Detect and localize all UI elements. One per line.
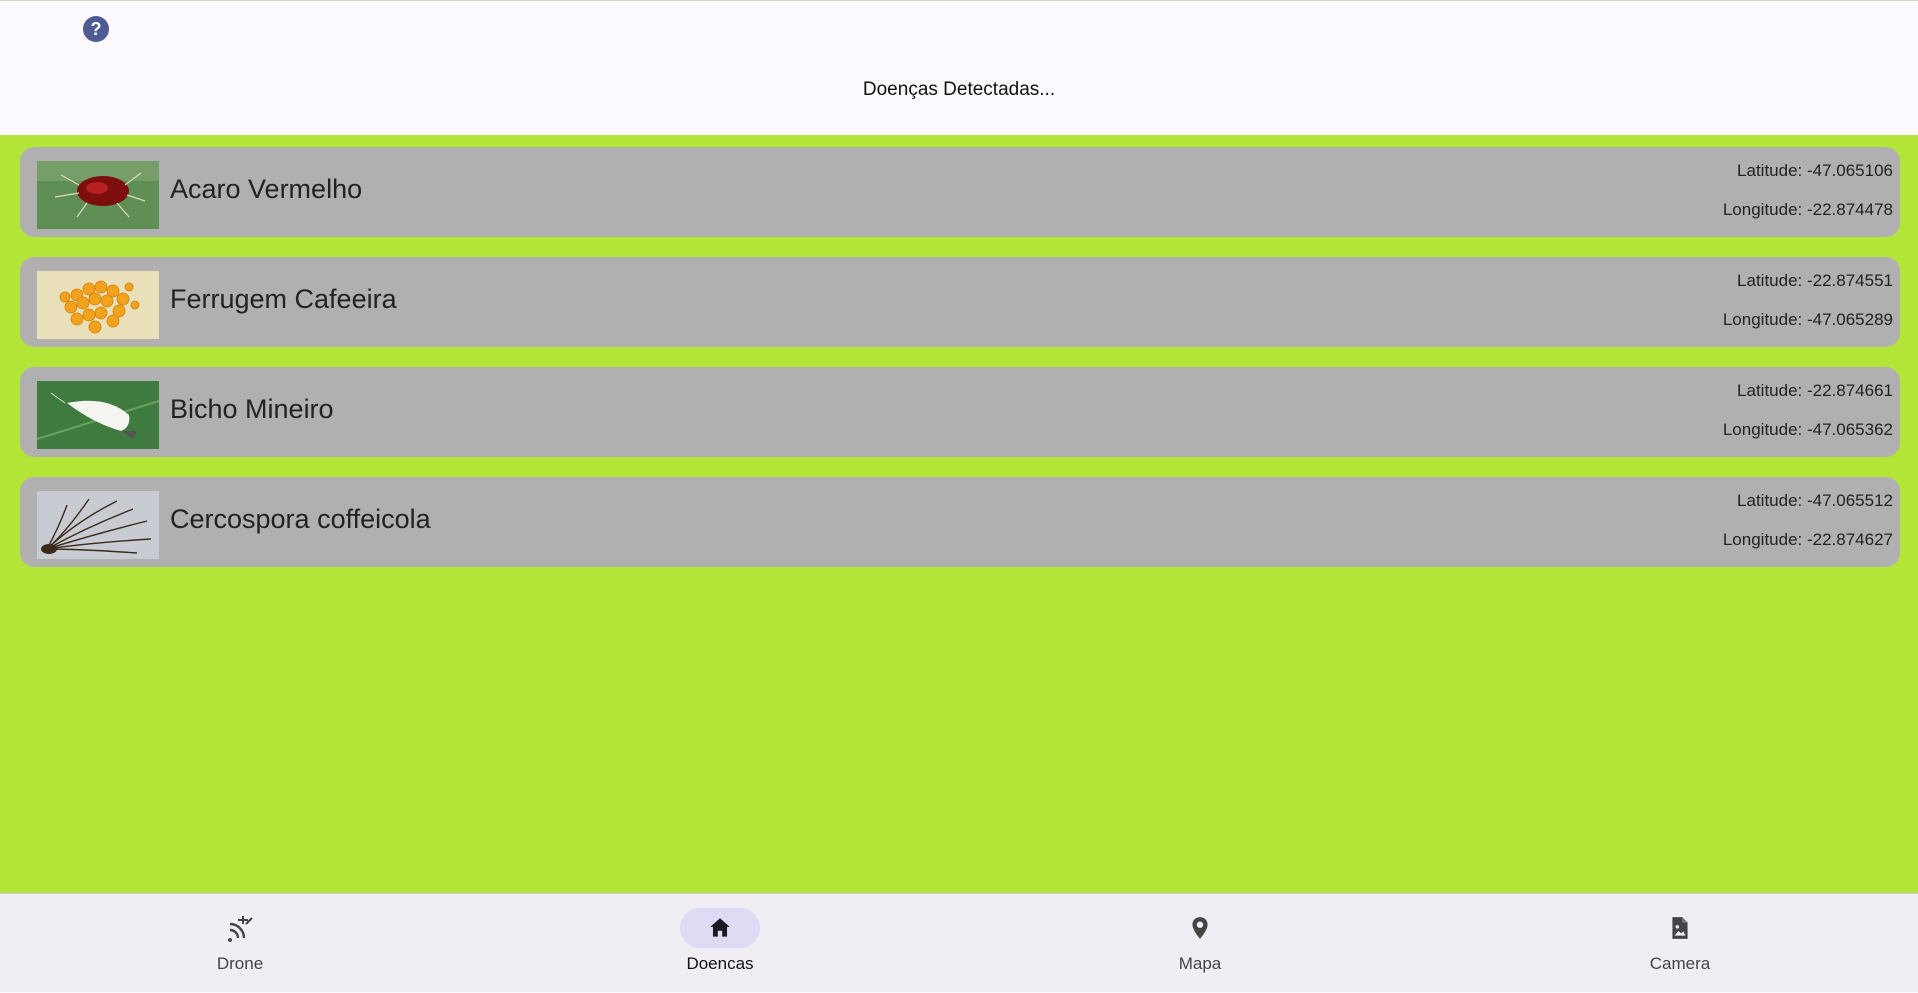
latitude-value: Latitude: -47.065106 [1737, 161, 1893, 180]
detections-list: Acaro Vermelho Latitude: -47.065106 Long… [0, 135, 1918, 893]
disease-name: Cercospora coffeicola [170, 504, 431, 534]
disease-name: Bicho Mineiro [170, 394, 334, 424]
drone-signal-icon [200, 908, 280, 948]
home-icon [680, 908, 760, 948]
latitude-value: Latitude: -22.874661 [1737, 381, 1893, 400]
nav-item-mapa[interactable]: Mapa [1100, 894, 1300, 993]
nav-label: Mapa [1178, 954, 1222, 973]
app-header: ? Doenças Detectadas... [0, 0, 1918, 135]
longitude-value: Longitude: -47.065289 [1722, 310, 1893, 329]
longitude-value: Longitude: -47.065362 [1722, 420, 1893, 439]
leaf-miner-thumbnail [37, 381, 159, 449]
longitude-value: Longitude: -22.874478 [1722, 200, 1893, 219]
nav-label: Camera [1649, 954, 1711, 973]
longitude-value: Longitude: -22.874627 [1722, 530, 1893, 549]
nav-item-drone[interactable]: Drone [140, 894, 340, 993]
help-icon[interactable]: ? [83, 16, 109, 42]
disease-name: Ferrugem Cafeeira [170, 284, 397, 314]
bottom-navigation: Drone Doencas Mapa Camera [0, 893, 1918, 992]
disease-name: Acaro Vermelho [170, 174, 363, 204]
nav-item-camera[interactable]: Camera [1580, 894, 1780, 993]
latitude-value: Latitude: -22.874551 [1737, 271, 1893, 290]
nav-item-doencas[interactable]: Doencas [620, 894, 820, 993]
nav-label: Drone [216, 954, 264, 973]
red-mite-thumbnail [37, 161, 159, 229]
page-title: Doenças Detectadas... [862, 79, 1056, 100]
list-item[interactable]: Cercospora coffeicola Latitude: -47.0655… [20, 477, 1900, 567]
cercospora-thumbnail [37, 491, 159, 559]
location-pin-icon [1160, 908, 1240, 948]
latitude-value: Latitude: -47.065512 [1737, 491, 1893, 510]
list-item[interactable]: Ferrugem Cafeeira Latitude: -22.874551 L… [20, 257, 1900, 347]
list-item[interactable]: Acaro Vermelho Latitude: -47.065106 Long… [20, 147, 1900, 237]
nav-label: Doencas [686, 954, 754, 973]
coffee-rust-thumbnail [37, 271, 159, 339]
image-file-icon [1640, 908, 1720, 948]
list-item[interactable]: Bicho Mineiro Latitude: -22.874661 Longi… [20, 367, 1900, 457]
